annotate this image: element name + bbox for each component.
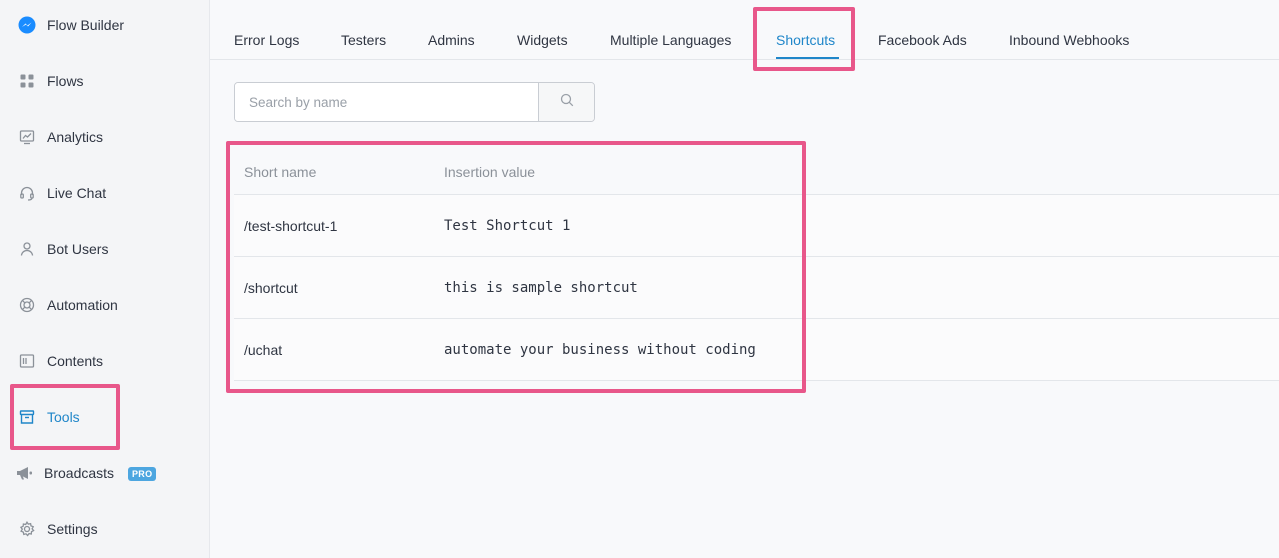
- tab-testers[interactable]: Testers: [341, 31, 386, 49]
- tab-shortcuts[interactable]: Shortcuts: [776, 31, 835, 49]
- tab-multiple-languages[interactable]: Multiple Languages: [610, 31, 731, 49]
- sidebar-item-label: Tools: [47, 409, 80, 425]
- sidebar-item-flows[interactable]: Flows: [0, 61, 209, 101]
- sidebar-item-automation[interactable]: Automation: [0, 285, 209, 325]
- sidebar-item-label: Broadcasts: [44, 465, 115, 481]
- insertion-value-cell: automate your business without coding: [444, 342, 756, 358]
- tab-bar: Error Logs Testers Admins Widgets Multip…: [210, 0, 1279, 60]
- lifebuoy-icon: [18, 296, 36, 314]
- sidebar-item-bot-users[interactable]: Bot Users: [0, 229, 209, 269]
- insertion-value-cell: Test Shortcut 1: [444, 218, 571, 234]
- user-icon: [18, 240, 36, 258]
- sidebar-item-label: Flow Builder: [47, 17, 125, 33]
- column-header-short-name: Short name: [244, 164, 317, 180]
- search-input[interactable]: [235, 83, 538, 121]
- archive-icon: [18, 408, 36, 426]
- sidebar-item-label: Settings: [47, 521, 98, 537]
- active-tab-indicator: [776, 57, 839, 59]
- insertion-value-cell: this is sample shortcut: [444, 280, 638, 296]
- content-icon: [18, 352, 36, 370]
- sidebar: Flow Builder Flows Analytics Live Chat B…: [0, 0, 210, 558]
- pro-badge: PRO: [128, 467, 157, 481]
- gear-icon: [18, 520, 36, 538]
- table-row[interactable]: /test-shortcut-1 Test Shortcut 1: [234, 195, 1279, 257]
- headset-icon: [18, 184, 36, 202]
- megaphone-icon: [16, 464, 34, 482]
- search-icon: [560, 93, 574, 112]
- tab-error-logs[interactable]: Error Logs: [234, 31, 299, 49]
- sidebar-item-contents[interactable]: Contents: [0, 341, 209, 381]
- sidebar-item-label: Automation: [47, 297, 118, 313]
- chart-icon: [18, 128, 36, 146]
- sidebar-item-settings[interactable]: Settings: [0, 509, 209, 549]
- sidebar-item-label: Bot Users: [47, 241, 109, 257]
- sidebar-item-tools[interactable]: Tools: [0, 397, 209, 437]
- tab-inbound-webhooks[interactable]: Inbound Webhooks: [1009, 31, 1129, 49]
- table-row[interactable]: /shortcut this is sample shortcut: [234, 257, 1279, 319]
- sidebar-item-label: Contents: [47, 353, 104, 369]
- sidebar-item-label: Analytics: [47, 129, 104, 145]
- short-name-cell: /test-shortcut-1: [244, 218, 338, 234]
- grid-icon: [18, 72, 36, 90]
- tab-admins[interactable]: Admins: [428, 31, 475, 49]
- sidebar-item-label: Flows: [47, 73, 84, 89]
- search-box: [234, 82, 595, 122]
- column-header-insertion-value: Insertion value: [444, 164, 536, 180]
- shortcuts-table: Short name Insertion value /test-shortcu…: [234, 148, 1279, 381]
- tab-facebook-ads[interactable]: Facebook Ads: [878, 31, 967, 49]
- short-name-cell: /shortcut: [244, 280, 298, 296]
- search-button[interactable]: [538, 83, 594, 121]
- sidebar-item-label: Live Chat: [47, 185, 107, 201]
- sidebar-item-broadcasts[interactable]: Broadcasts PRO: [0, 453, 209, 493]
- sidebar-item-analytics[interactable]: Analytics: [0, 117, 209, 157]
- tab-widgets[interactable]: Widgets: [517, 31, 568, 49]
- messenger-icon: [18, 16, 36, 34]
- sidebar-item-live-chat[interactable]: Live Chat: [0, 173, 209, 213]
- sidebar-item-flow-builder[interactable]: Flow Builder: [0, 5, 209, 45]
- table-row[interactable]: /uchat automate your business without co…: [234, 319, 1279, 381]
- short-name-cell: /uchat: [244, 342, 283, 358]
- table-header: Short name Insertion value: [234, 148, 1279, 195]
